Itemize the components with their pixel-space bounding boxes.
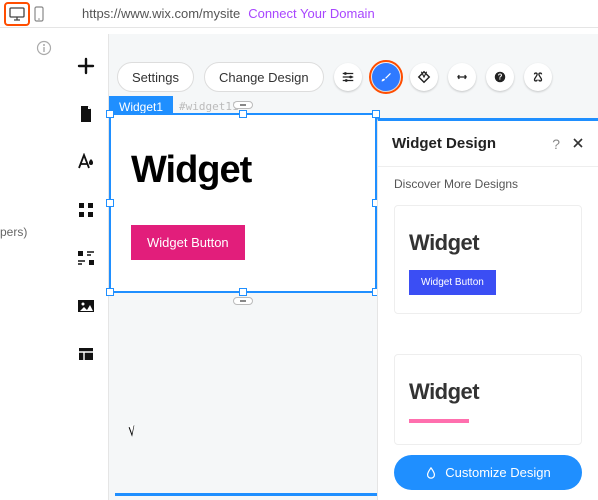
panel-help-button[interactable]: ? — [552, 136, 560, 152]
design-panel: Widget Design ? Discover More Designs Wi… — [377, 118, 598, 500]
widget-id-label: #widget11 — [179, 100, 239, 113]
plus-icon — [76, 56, 96, 76]
desktop-icon — [9, 7, 25, 21]
widget-heading[interactable]: Widget — [131, 149, 251, 192]
resize-handle-tl[interactable] — [106, 110, 114, 118]
text-tool[interactable] — [72, 148, 100, 176]
desktop-view-button[interactable] — [6, 4, 28, 24]
svg-text:?: ? — [497, 73, 502, 82]
widget-selection[interactable]: Widget Widget Button — [109, 113, 377, 293]
customize-design-label: Customize Design — [445, 465, 551, 480]
drag-handle-bottom[interactable] — [233, 297, 253, 305]
pages-tool[interactable] — [72, 100, 100, 128]
panel-subtitle: Discover More Designs — [378, 166, 598, 197]
settings-button[interactable]: Settings — [117, 62, 194, 92]
question-icon: ? — [493, 70, 507, 84]
sliders-icon — [341, 70, 355, 84]
resize-handle-bm[interactable] — [239, 288, 247, 296]
text-drop-icon — [77, 153, 95, 171]
paint-drop-icon — [425, 467, 437, 479]
brush-icon — [379, 70, 393, 84]
design-preview-title: Widget — [409, 379, 567, 405]
info-icon[interactable] — [36, 40, 52, 59]
layout-icon — [78, 347, 94, 361]
stretch-icon — [455, 70, 469, 84]
stretch-button[interactable] — [448, 63, 476, 91]
connect-icon — [531, 70, 545, 84]
animate-button[interactable] — [410, 63, 438, 91]
design-brush-button[interactable] — [372, 63, 400, 91]
resize-handle-tr[interactable] — [372, 110, 380, 118]
panel-close-button[interactable] — [572, 136, 584, 152]
page-icon — [78, 105, 94, 123]
connect-domain-link[interactable]: Connect Your Domain — [248, 6, 374, 21]
design-preview-title: Widget — [409, 230, 567, 256]
change-design-button[interactable]: Change Design — [204, 62, 324, 92]
widget-button[interactable]: Widget Button — [131, 225, 245, 260]
help-button[interactable]: ? — [486, 63, 514, 91]
mobile-icon — [34, 6, 44, 22]
left-panel-truncated-text: pers) — [0, 225, 27, 239]
panel-title: Widget Design — [392, 135, 552, 152]
close-icon — [572, 137, 584, 149]
resize-handle-ml[interactable] — [106, 199, 114, 207]
customize-design-button[interactable]: Customize Design — [394, 455, 582, 490]
connect-data-button[interactable] — [524, 63, 552, 91]
add-tool[interactable] — [72, 52, 100, 80]
grid-tool[interactable] — [72, 196, 100, 224]
image-icon — [77, 299, 95, 313]
design-preview-button: Widget Button — [409, 270, 496, 295]
resize-handle-bl[interactable] — [106, 288, 114, 296]
mobile-view-button[interactable] — [28, 4, 50, 24]
design-option-1[interactable]: Widget Widget Button — [394, 205, 582, 314]
filters-button[interactable] — [334, 63, 362, 91]
sections-tool[interactable] — [72, 244, 100, 272]
layout-tool[interactable] — [72, 340, 100, 368]
drag-handle-top[interactable] — [233, 101, 253, 109]
sections-icon — [77, 250, 95, 266]
site-url: https://www.wix.com/mysite — [82, 6, 240, 21]
design-option-2[interactable]: Widget — [394, 354, 582, 445]
media-tool[interactable] — [72, 292, 100, 320]
diamond-icon — [417, 70, 431, 84]
resize-handle-tm[interactable] — [239, 110, 247, 118]
design-preview-button — [409, 419, 469, 423]
grid-icon — [78, 202, 94, 218]
